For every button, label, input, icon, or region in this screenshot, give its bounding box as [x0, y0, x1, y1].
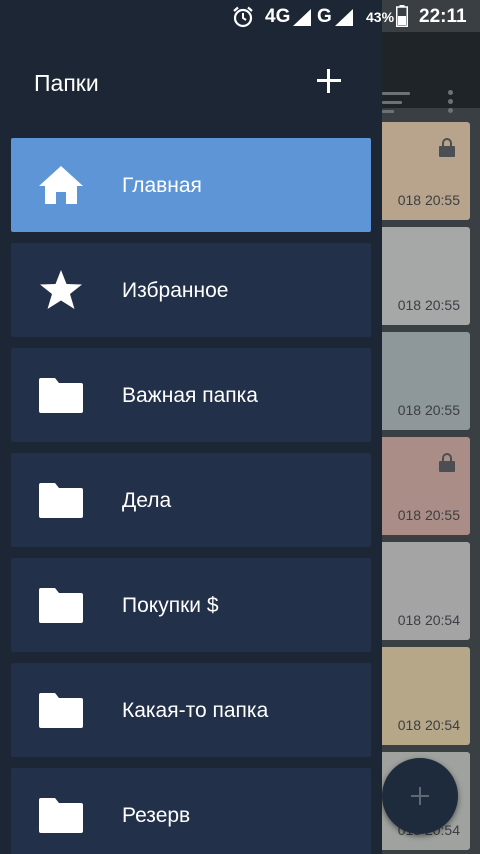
battery-icon: [396, 5, 408, 27]
network-type-label: 4G: [265, 6, 291, 27]
folder-label: Какая-то папка: [122, 699, 269, 722]
signal-icon: [293, 9, 311, 26]
signal-icon: [335, 9, 353, 26]
folder-item[interactable]: Покупки $: [11, 558, 371, 652]
folder-icon: [39, 693, 83, 728]
folder-item-home[interactable]: Главная: [11, 138, 371, 232]
note-date: 018 20:54: [397, 612, 460, 628]
folder-item[interactable]: Какая-то папка: [11, 663, 371, 757]
lock-icon: [439, 138, 455, 157]
battery-percent: 43%: [366, 9, 395, 25]
home-icon: [39, 166, 83, 204]
alarm-icon: [233, 6, 253, 28]
folder-item[interactable]: Важная папка: [11, 348, 371, 442]
folder-label: Главная: [122, 174, 202, 197]
note-date: 018 20:54: [397, 717, 460, 733]
folder-label: Дела: [122, 489, 172, 512]
more-options-icon[interactable]: [446, 90, 454, 118]
folder-label: Важная папка: [122, 384, 258, 407]
folder-icon: [39, 483, 83, 518]
add-note-button[interactable]: [382, 758, 458, 834]
folder-label: Покупки $: [122, 594, 219, 617]
note-date: 018 20:55: [397, 297, 460, 313]
status-bar: 4G G 43% 22:11: [0, 0, 480, 32]
folder-item[interactable]: Дела: [11, 453, 371, 547]
note-date: 018 20:55: [397, 192, 460, 208]
folder-label: Резерв: [122, 804, 191, 827]
clock: 22:11: [419, 6, 467, 27]
star-icon: [40, 270, 82, 309]
sort-icon[interactable]: [382, 92, 412, 114]
folder-icon: [39, 798, 83, 833]
add-folder-button[interactable]: [312, 64, 346, 98]
folder-icon: [39, 588, 83, 623]
folder-label: Избранное: [122, 279, 229, 302]
folder-icon: [39, 378, 83, 413]
note-date: 018 20:55: [397, 402, 460, 418]
folders-drawer: Папки Главная Избранное Важная папка Дел…: [0, 0, 382, 854]
lock-icon: [439, 453, 455, 472]
note-date: 018 20:55: [397, 507, 460, 523]
network-type-label: G: [317, 6, 332, 27]
drawer-title: Папки: [34, 70, 99, 96]
folder-item-favorites[interactable]: Избранное: [11, 243, 371, 337]
drawer-header: Папки: [0, 32, 382, 132]
folder-item[interactable]: Резерв: [11, 768, 371, 854]
